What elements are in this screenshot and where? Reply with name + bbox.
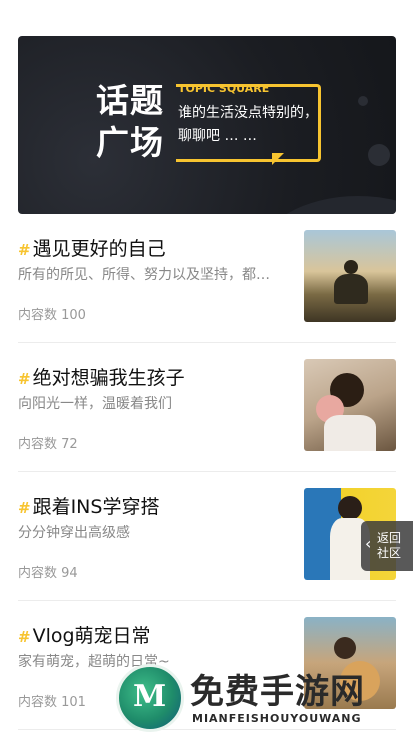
topic-count: 内容数 101 (18, 695, 86, 710)
hash-icon: # (18, 628, 31, 646)
banner-subtitle: 谁的生活没点特别的，聊聊吧 … … (178, 105, 318, 144)
topic-count: 内容数 94 (18, 566, 78, 581)
watermark-text-en: MIANFEISHOUYOUWANG (192, 712, 362, 725)
topic-title: # 绝对想骗我生孩子 (18, 367, 185, 389)
topic-count: 内容数 100 (18, 308, 86, 323)
back-to-community-button[interactable]: ‹ 返回社区 (361, 521, 413, 571)
topic-desc: 向阳光一样，温暖着我们 (18, 396, 172, 412)
hash-icon: # (18, 370, 31, 388)
decor-dot (368, 144, 390, 166)
hash-icon: # (18, 499, 31, 517)
decor-circle (258, 196, 396, 214)
topic-thumbnail (304, 359, 396, 451)
topic-item[interactable]: # 绝对想骗我生孩子 向阳光一样，温暖着我们 内容数 72 (18, 343, 396, 472)
topic-desc: 所有的所见、所得、努力以及坚持，都… (18, 267, 270, 283)
back-to-community-label: 返回社区 (377, 531, 402, 560)
topic-item[interactable]: # 遇见更好的自己 所有的所见、所得、努力以及坚持，都… 内容数 100 (18, 214, 396, 343)
topic-square-banner[interactable]: 话题广场 TOPIC SQUARE 谁的生活没点特别的，聊聊吧 … … (18, 36, 396, 214)
topic-title: # 跟着INS学穿搭 (18, 496, 160, 518)
topic-desc: 分分钟穿出高级感 (18, 525, 130, 541)
watermark-text-cn: 免费手游网 (190, 672, 365, 712)
topic-thumbnail (304, 230, 396, 322)
banner-title-en: TOPIC SQUARE (178, 82, 270, 95)
chevron-left-icon: ‹ (365, 534, 372, 553)
topic-title: # Vlog萌宠日常 (18, 625, 151, 647)
topic-count: 内容数 72 (18, 437, 78, 452)
hash-icon: # (18, 241, 31, 259)
banner-title: 话题广场 (96, 81, 164, 162)
topic-item[interactable]: # 跟着INS学穿搭 分分钟穿出高级感 内容数 94 (18, 472, 396, 601)
speech-bubble-tail (272, 153, 284, 165)
topic-list: # 遇见更好的自己 所有的所见、所得、努力以及坚持，都… 内容数 100 # 绝对想… (18, 214, 396, 730)
site-watermark: M 免费手游网 MIANFEISHOUYOUWANG (116, 662, 406, 732)
decor-dot (358, 96, 368, 106)
topic-title: # 遇见更好的自己 (18, 238, 166, 260)
watermark-logo: M (116, 664, 184, 732)
